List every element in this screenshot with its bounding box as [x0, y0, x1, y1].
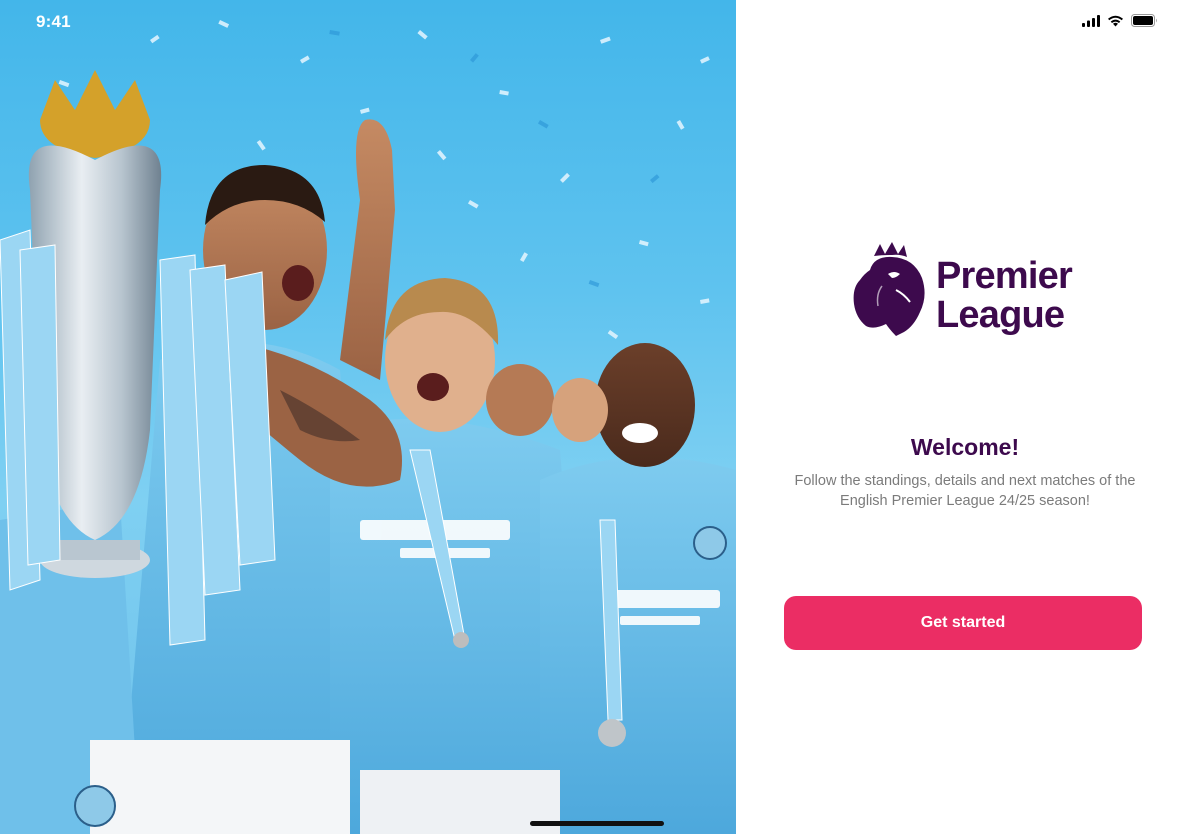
- cellular-signal-icon: [1082, 14, 1100, 27]
- get-started-button[interactable]: Get started: [784, 596, 1142, 650]
- status-time: 9:41: [36, 12, 71, 31]
- welcome-pane: [736, 0, 1194, 834]
- lion-crest-icon: [853, 242, 925, 336]
- logo-wordmark-line2: League: [936, 294, 1065, 336]
- celebration-photo: [0, 20, 736, 834]
- status-icons: [1082, 14, 1158, 27]
- wifi-icon: [1108, 15, 1123, 26]
- logo-wordmark-line1: Premier: [936, 255, 1073, 297]
- premier-league-logo: Premier League: [852, 240, 1082, 340]
- battery-icon: [1131, 14, 1157, 27]
- welcome-subtitle: Follow the standings, details and next m…: [794, 473, 1136, 509]
- hero-photo: [0, 0, 736, 834]
- welcome-title: Welcome!: [910, 434, 1020, 460]
- home-indicator[interactable]: [530, 821, 664, 826]
